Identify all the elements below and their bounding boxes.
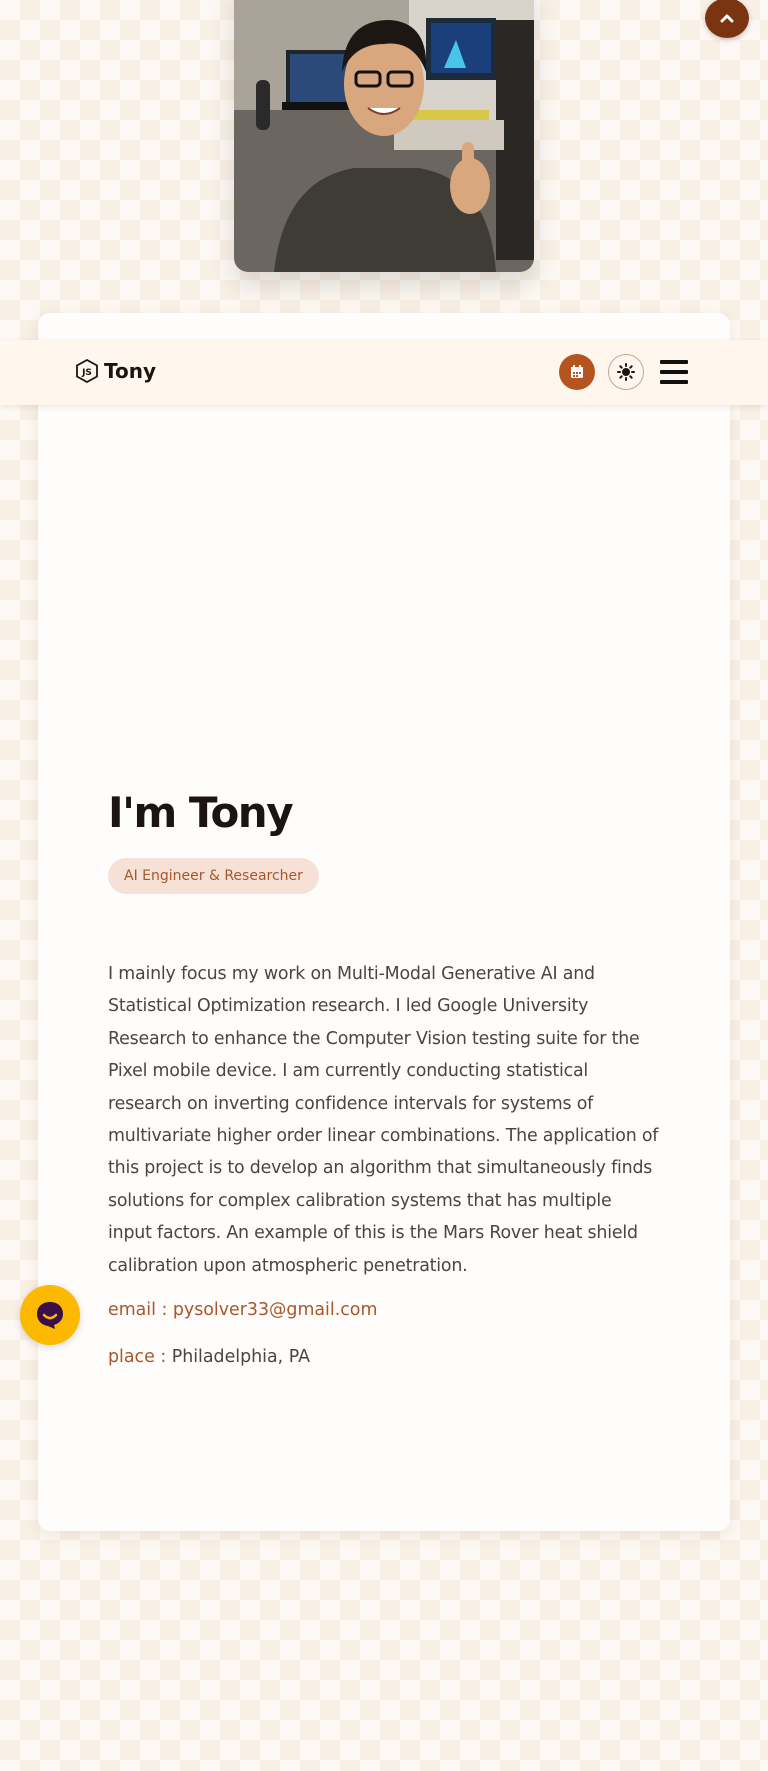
calendar-icon xyxy=(571,365,583,378)
brand-link[interactable]: JS Tony xyxy=(76,359,156,383)
profile-photo xyxy=(234,0,534,272)
sun-icon xyxy=(617,363,635,381)
menu-button[interactable] xyxy=(658,358,690,386)
page-title: I'm Tony xyxy=(108,788,294,837)
hamburger-menu-icon xyxy=(660,360,688,384)
place-label: place : xyxy=(108,1347,172,1367)
theme-toggle-button[interactable] xyxy=(608,354,644,390)
scroll-to-top-button[interactable] xyxy=(705,0,749,38)
chat-bubble-icon xyxy=(37,1302,63,1329)
email-row: email : pysolver33@gmail.com xyxy=(108,1300,668,1320)
brand-name: Tony xyxy=(104,359,157,383)
place-value: Philadelphia, PA xyxy=(171,1347,310,1367)
email-label: email : xyxy=(108,1300,173,1320)
place-row: place : Philadelphia, PA xyxy=(108,1347,668,1367)
navbar: JS Tony xyxy=(0,340,768,405)
email-link[interactable]: pysolver33@gmail.com xyxy=(173,1300,378,1320)
chevron-up-icon xyxy=(720,14,734,23)
bio-text: I mainly focus my work on Multi-Modal Ge… xyxy=(108,964,659,1276)
chat-widget-button[interactable] xyxy=(20,1285,80,1345)
role-badge: AI Engineer & Researcher xyxy=(108,858,319,894)
svg-text:JS: JS xyxy=(81,368,92,378)
calendar-button[interactable] xyxy=(559,354,595,390)
js-hexagon-icon: JS xyxy=(76,359,98,383)
